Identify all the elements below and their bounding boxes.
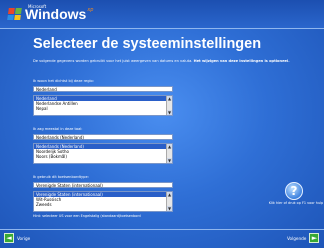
scrollbar[interactable]: ▲ ▼	[166, 192, 172, 211]
scrollbar[interactable]: ▲ ▼	[166, 96, 172, 115]
scroll-up-icon[interactable]: ▲	[167, 192, 172, 197]
list-item[interactable]: Noors (Bokmål)	[34, 154, 172, 159]
help-icon[interactable]: ?	[285, 182, 303, 200]
next-label[interactable]: Volgende	[287, 236, 306, 241]
next-arrow-icon[interactable]: ►	[309, 233, 320, 243]
scroll-down-icon[interactable]: ▼	[167, 158, 172, 163]
keyboard-hint: Hint: selecteer US voor een Engelstalig …	[33, 214, 141, 218]
scroll-down-icon[interactable]: ▼	[167, 206, 172, 211]
keyboard-field[interactable]: Verenigde Staten (internationaal)	[33, 182, 173, 188]
header-bar: Microsoft Windows xp	[0, 0, 324, 28]
windows-flag-icon	[7, 8, 23, 20]
page-title: Selecteer de systeeminstellingen	[33, 36, 262, 52]
language-field[interactable]: Nederlands (Nederland)	[33, 134, 173, 140]
setup-screen: Microsoft Windows xp Selecteer de systee…	[0, 0, 324, 248]
region-label: Ik woon het dichtst bij deze regio:	[33, 79, 94, 83]
intro-normal: De volgende gegevens worden gebruikt voo…	[33, 59, 193, 63]
next-button[interactable]: Volgende ►	[287, 233, 320, 243]
help-text[interactable]: Klik hier of druk op F1 voor hulp	[268, 201, 324, 205]
scroll-up-icon[interactable]: ▲	[167, 96, 172, 101]
region-field[interactable]: Nederland	[33, 86, 173, 92]
keyboard-listbox[interactable]: Verenigde Staten (internationaal) Wit-Ru…	[33, 191, 173, 212]
back-arrow-icon[interactable]: ◄	[4, 233, 14, 243]
windows-label: Windows	[25, 6, 87, 22]
windows-xp-logo: Microsoft Windows xp	[7, 4, 94, 22]
scroll-down-icon[interactable]: ▼	[167, 110, 172, 115]
language-listbox[interactable]: Nederlands (Nederland) Noordelijk Sotho …	[33, 143, 173, 164]
list-item[interactable]: Zweeds	[34, 202, 172, 207]
intro-bold: Het wijzigen van deze instellingen is op…	[193, 59, 290, 63]
footer-divider	[0, 229, 324, 230]
header-divider	[0, 28, 324, 29]
language-label: Ik zag meestal in deze taal:	[33, 127, 83, 131]
intro-text: De volgende gegevens worden gebruikt voo…	[33, 59, 295, 64]
keyboard-label: Ik gebruik dit toetsenbordtype:	[33, 175, 89, 179]
back-button[interactable]: ◄ Vorige	[4, 233, 30, 243]
scrollbar[interactable]: ▲ ▼	[166, 144, 172, 163]
list-item[interactable]: Nepal	[34, 106, 172, 111]
back-label[interactable]: Vorige	[17, 236, 30, 241]
region-listbox[interactable]: Nederland Nederlandse Antillen Nepal ▲ ▼	[33, 95, 173, 116]
xp-label: xp	[87, 7, 94, 13]
microsoft-label: Microsoft	[28, 4, 47, 9]
scroll-up-icon[interactable]: ▲	[167, 144, 172, 149]
